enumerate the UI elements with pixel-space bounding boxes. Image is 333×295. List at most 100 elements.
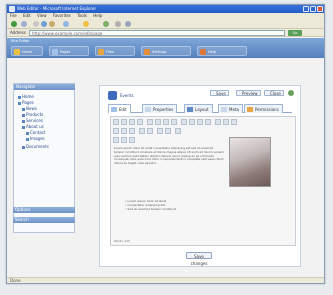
paste-icon[interactable] xyxy=(129,128,135,134)
tab-label: Permissions xyxy=(255,107,279,112)
align-center-icon[interactable] xyxy=(155,119,161,125)
tab-layout[interactable]: Layout xyxy=(184,104,213,113)
sidebar-item-documents[interactable]: Documents xyxy=(22,144,49,149)
app-settings-button[interactable]: Settings xyxy=(141,46,191,56)
page-icon xyxy=(22,113,25,117)
sidebar-item-images[interactable]: Images xyxy=(26,136,45,141)
pages-icon xyxy=(52,49,58,55)
print-icon[interactable] xyxy=(125,21,131,27)
go-button[interactable]: Go xyxy=(288,30,302,36)
menu-file[interactable]: File xyxy=(10,13,17,18)
app-help-label: Help xyxy=(208,50,216,54)
window-title: Web Editor - Microsoft Internet Explorer xyxy=(17,6,97,11)
layout-icon xyxy=(187,107,193,112)
strikethrough-icon[interactable] xyxy=(137,119,143,125)
info-icon[interactable] xyxy=(288,90,294,96)
app-title: Site Editor xyxy=(11,39,30,43)
mail-icon[interactable] xyxy=(115,21,121,27)
sidebar-item-label: Home xyxy=(22,94,34,99)
app-home-label: Home xyxy=(22,50,33,54)
document-panel: Events Save Preview Close Edit Propertie… xyxy=(99,85,301,267)
indent-icon[interactable] xyxy=(197,119,203,125)
format-icon[interactable] xyxy=(113,137,119,143)
source-icon[interactable] xyxy=(175,128,181,134)
sidebar-item-services[interactable]: Services xyxy=(22,118,43,123)
rich-text-editor[interactable]: Lorem ipsum dolor sit amet consectetur a… xyxy=(110,116,296,246)
menu-help[interactable]: Help xyxy=(93,13,102,18)
app-home-button[interactable]: Home xyxy=(11,46,43,56)
close-icon[interactable] xyxy=(317,6,323,12)
favorites-icon[interactable] xyxy=(83,21,89,27)
close-document-button[interactable]: Close xyxy=(264,90,284,96)
app-files-button[interactable]: Files xyxy=(95,46,135,56)
sidebar-item-label: Pages xyxy=(22,100,34,105)
size-icon[interactable] xyxy=(129,137,135,143)
inserted-photo[interactable] xyxy=(229,137,271,187)
app-pages-button[interactable]: Pages xyxy=(49,46,89,56)
font-icon[interactable] xyxy=(121,137,127,143)
forward-icon[interactable] xyxy=(21,21,27,27)
align-left-icon[interactable] xyxy=(147,119,153,125)
image-icon[interactable] xyxy=(223,119,229,125)
editor-status: Words: 120 xyxy=(114,239,130,243)
maximize-icon[interactable] xyxy=(310,6,316,12)
refresh-icon[interactable] xyxy=(41,21,47,27)
editor-body-text: Lorem ipsum dolor sit amet consectetur a… xyxy=(114,146,224,166)
highlight-icon[interactable] xyxy=(165,128,171,134)
bullet-list-icon[interactable] xyxy=(181,119,187,125)
sidebar-item-pages[interactable]: Pages xyxy=(18,100,34,105)
link-icon[interactable] xyxy=(215,119,221,125)
numbered-list-icon[interactable] xyxy=(189,119,195,125)
sidebar-item-news[interactable]: News xyxy=(22,106,37,111)
underline-icon[interactable] xyxy=(129,119,135,125)
sidebar-item-contact[interactable]: Contact xyxy=(26,130,46,135)
document-tabs: Edit Properties Layout Meta Permissions xyxy=(108,103,292,113)
folder-icon xyxy=(18,101,21,105)
sidebar-item-about[interactable]: About us xyxy=(22,124,44,129)
properties-icon xyxy=(145,107,151,112)
menu-edit[interactable]: Edit xyxy=(23,13,31,18)
tab-permissions[interactable]: Permissions xyxy=(244,104,283,113)
back-icon[interactable] xyxy=(11,21,17,27)
sidebar-search-header[interactable]: Search xyxy=(13,217,75,223)
align-right-icon[interactable] xyxy=(163,119,169,125)
editor-bullet-list: • Lorem ipsum dolor sit amet • Consectet… xyxy=(125,199,225,211)
preview-button[interactable]: Preview xyxy=(236,90,261,96)
address-input[interactable]: http://www.example.com/edit/page xyxy=(29,30,285,36)
justify-icon[interactable] xyxy=(171,119,177,125)
sidebar-item-products[interactable]: Products xyxy=(22,112,43,117)
minimize-icon[interactable] xyxy=(303,6,309,12)
sidebar-item-home[interactable]: Home xyxy=(18,94,34,99)
list-item: • Sed do eiusmod tempor incididunt xyxy=(125,207,176,211)
outdent-icon[interactable] xyxy=(205,119,211,125)
home-icon[interactable] xyxy=(49,21,55,27)
bold-icon[interactable] xyxy=(113,119,119,125)
history-icon[interactable] xyxy=(103,21,109,27)
italic-icon[interactable] xyxy=(121,119,127,125)
folder-icon xyxy=(22,145,25,149)
redo-icon[interactable] xyxy=(147,128,153,134)
save-changes-button[interactable]: Save changes xyxy=(186,252,212,266)
sidebar-item-label: Documents xyxy=(26,144,49,149)
sidebar-options-header[interactable]: Options xyxy=(13,207,75,213)
stop-icon[interactable] xyxy=(33,21,39,27)
title-bar: Web Editor - Microsoft Internet Explorer xyxy=(7,5,324,13)
menu-tools[interactable]: Tools xyxy=(77,13,87,18)
cut-icon[interactable] xyxy=(113,128,119,134)
tab-edit[interactable]: Edit xyxy=(108,104,131,113)
tab-properties[interactable]: Properties xyxy=(142,104,178,113)
app-help-button[interactable]: Help xyxy=(197,46,247,56)
app-files-label: Files xyxy=(106,50,114,54)
permissions-icon xyxy=(247,107,253,112)
app-pages-label: Pages xyxy=(60,50,71,54)
font-color-icon[interactable] xyxy=(157,128,163,134)
menu-favorites[interactable]: Favorites xyxy=(53,13,71,18)
menu-view[interactable]: View xyxy=(37,13,47,18)
copy-icon[interactable] xyxy=(121,128,127,134)
table-icon[interactable] xyxy=(231,119,237,125)
tab-meta[interactable]: Meta xyxy=(218,104,243,113)
save-button[interactable]: Save xyxy=(210,90,229,96)
sidebar-item-label: About us xyxy=(26,124,44,129)
undo-icon[interactable] xyxy=(139,128,145,134)
search-icon[interactable] xyxy=(63,21,69,27)
